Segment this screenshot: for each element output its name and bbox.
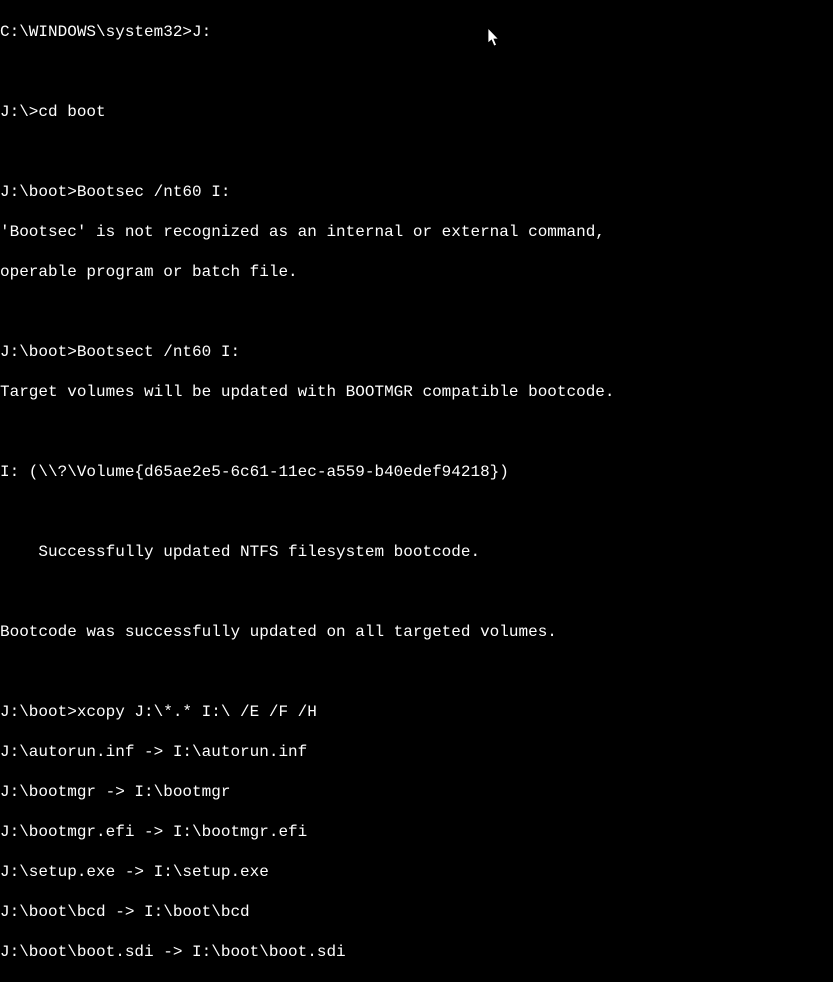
terminal-line: J:\boot>Bootsec /nt60 I: — [0, 182, 833, 202]
terminal-line: J:\>cd boot — [0, 102, 833, 122]
terminal-line — [0, 142, 833, 162]
terminal-line: J:\autorun.inf -> I:\autorun.inf — [0, 742, 833, 762]
terminal-line: J:\bootmgr -> I:\bootmgr — [0, 782, 833, 802]
terminal-line: operable program or batch file. — [0, 262, 833, 282]
terminal-line: J:\bootmgr.efi -> I:\bootmgr.efi — [0, 822, 833, 842]
terminal-line: I: (\\?\Volume{d65ae2e5-6c61-11ec-a559-b… — [0, 462, 833, 482]
terminal-line: J:\boot>Bootsect /nt60 I: — [0, 342, 833, 362]
terminal-line: J:\setup.exe -> I:\setup.exe — [0, 862, 833, 882]
terminal-line — [0, 422, 833, 442]
terminal-line: Bootcode was successfully updated on all… — [0, 622, 833, 642]
terminal-line: Successfully updated NTFS filesystem boo… — [0, 542, 833, 562]
terminal-line: J:\boot>xcopy J:\*.* I:\ /E /F /H — [0, 702, 833, 722]
terminal-line: Target volumes will be updated with BOOT… — [0, 382, 833, 402]
terminal-line: J:\boot\bcd -> I:\boot\bcd — [0, 902, 833, 922]
terminal-line — [0, 582, 833, 602]
terminal-line: C:\WINDOWS\system32>J: — [0, 22, 833, 42]
terminal-line — [0, 62, 833, 82]
terminal-line — [0, 662, 833, 682]
terminal-line — [0, 502, 833, 522]
terminal-line: 'Bootsec' is not recognized as an intern… — [0, 222, 833, 242]
terminal-line — [0, 302, 833, 322]
terminal-line: J:\boot\boot.sdi -> I:\boot\boot.sdi — [0, 942, 833, 962]
terminal-output[interactable]: C:\WINDOWS\system32>J: J:\>cd boot J:\bo… — [0, 2, 833, 982]
